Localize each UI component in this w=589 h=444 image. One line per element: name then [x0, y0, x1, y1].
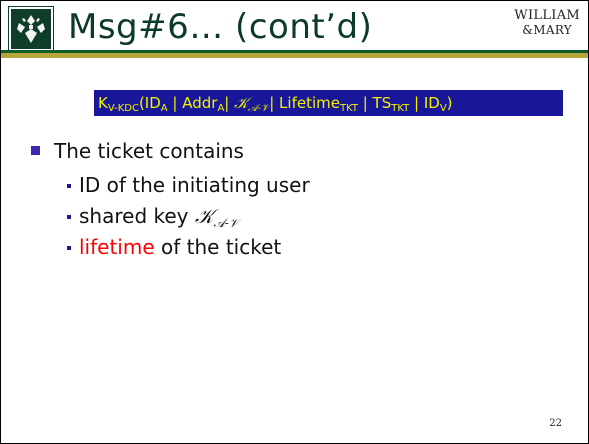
sub-bullet-id: ID of the initiating user [67, 172, 310, 198]
sub-bullet-key-prefix: shared key [79, 204, 195, 228]
sub-bullet-lifetime-rest: of the ticket [154, 235, 282, 259]
bullet-main-text: The ticket contains [54, 139, 244, 163]
slide: Msg#6… (cont’d) WILLIAM &MARY KV-KDC(IDA… [0, 0, 589, 444]
formula-sep-lifetime: | Lifetime [269, 94, 340, 112]
formula-sep-ts: | TS [357, 94, 392, 112]
small-bullet-icon [67, 184, 71, 188]
formula-k: K [98, 94, 108, 112]
william-mary-wordmark: WILLIAM &MARY [514, 8, 580, 38]
formula-k-subscript: V-KDC [107, 103, 139, 114]
wordmark-line-1: WILLIAM [514, 8, 580, 23]
small-bullet-icon [67, 215, 71, 219]
wordmark-line-2: &MARY [522, 23, 573, 37]
formula-id-subscript: A [160, 103, 168, 114]
formula-close: ) [446, 94, 453, 112]
slide-header: Msg#6… (cont’d) WILLIAM &MARY [1, 1, 588, 51]
formula-sep-addr: | Addr [167, 94, 218, 112]
sub-bullet-key-symbol: 𝒦 [194, 204, 214, 228]
formula-key-subscript: 𝒜-𝒱 [248, 103, 270, 114]
crest-emblem-icon [17, 15, 45, 43]
formula-shared-key: 𝒦 [234, 94, 249, 112]
college-crest-logo [9, 7, 53, 51]
slide-title: Msg#6… (cont’d) [68, 7, 373, 47]
formula-lifetime-subscript: TKT [339, 103, 358, 114]
formula-ts-subscript: TKT [391, 103, 410, 114]
formula-idv-subscript: V [439, 103, 447, 114]
sub-bullet-lifetime: lifetime of the ticket [67, 234, 281, 260]
ticket-formula: KV-KDC(IDA | AddrA| 𝒦𝒜-𝒱| LifetimeTKT | … [94, 90, 563, 116]
formula-sep-idv: | ID [409, 94, 440, 112]
header-rule-gold [1, 53, 588, 58]
bullet-ticket-contains: The ticket contains [31, 138, 244, 164]
sub-bullet-id-text: ID of the initiating user [79, 173, 310, 197]
sub-bullet-shared-key: shared key 𝒦𝒜-𝒱 [67, 203, 239, 229]
sub-bullet-key-subscript: 𝒜-𝒱 [213, 216, 239, 230]
small-bullet-icon [67, 246, 71, 250]
square-bullet-icon [31, 146, 40, 155]
lifetime-highlight: lifetime [79, 235, 155, 259]
page-number: 22 [549, 418, 562, 429]
formula-open: (ID [138, 94, 161, 112]
formula-sep-key: | [224, 94, 235, 112]
